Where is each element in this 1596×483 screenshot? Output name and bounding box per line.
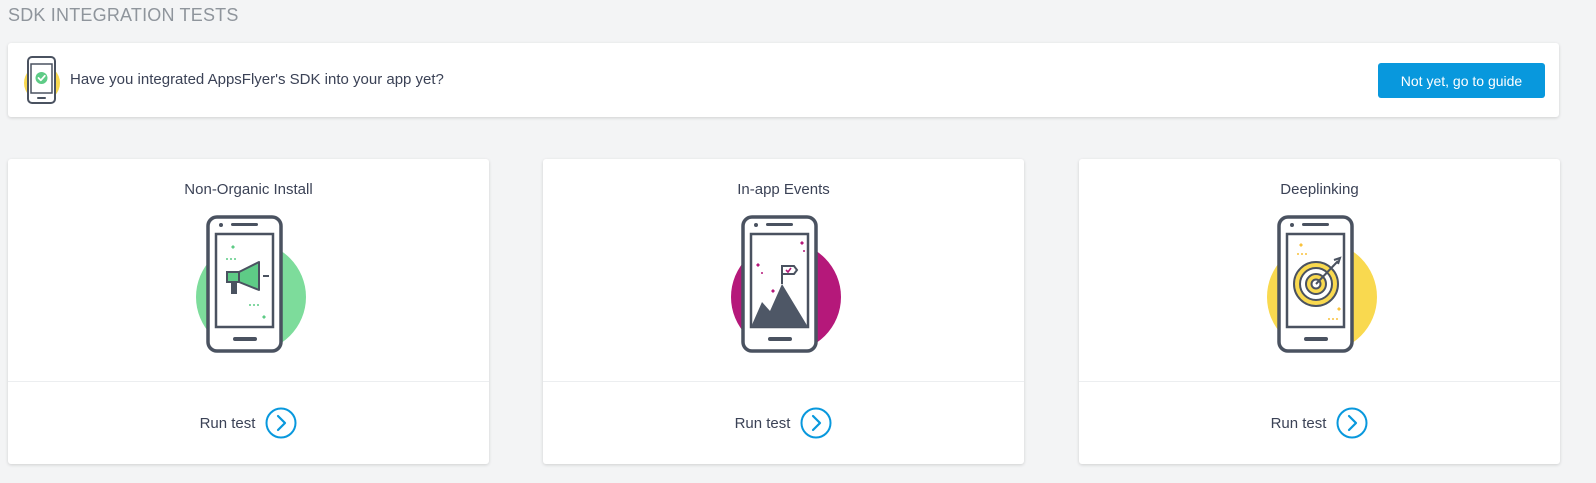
target-phone-icon bbox=[1266, 215, 1377, 353]
phone-check-icon bbox=[24, 56, 60, 104]
page-title: SDK INTEGRATION TESTS bbox=[8, 5, 239, 25]
run-test-button[interactable]: Run test bbox=[1079, 407, 1560, 439]
card-divider bbox=[8, 381, 489, 382]
card-in-app-events: In-app Events Run test bbox=[543, 159, 1024, 464]
run-test-button[interactable]: Run test bbox=[543, 407, 1024, 439]
chevron-right-circle-icon[interactable] bbox=[800, 407, 832, 439]
run-test-label: Run test bbox=[199, 414, 256, 432]
mountain-flag-phone-icon bbox=[730, 215, 841, 353]
run-test-label: Run test bbox=[1270, 414, 1327, 432]
card-title: Non-Organic Install bbox=[184, 181, 313, 198]
sdk-banner: Have you integrated AppsFlyer's SDK into… bbox=[8, 43, 1559, 117]
card-divider bbox=[543, 381, 1024, 382]
card-non-organic-install: Non-Organic Install Run test bbox=[8, 159, 489, 464]
run-test-button[interactable]: Run test bbox=[8, 407, 489, 439]
card-divider bbox=[1079, 381, 1560, 382]
banner-text: Have you integrated AppsFlyer's SDK into… bbox=[70, 71, 444, 88]
run-test-label: Run test bbox=[734, 414, 791, 432]
card-title: In-app Events bbox=[737, 181, 830, 198]
card-title: Deeplinking bbox=[1280, 181, 1359, 198]
card-deeplinking: Deeplinking Run test bbox=[1079, 159, 1560, 464]
chevron-right-circle-icon[interactable] bbox=[265, 407, 297, 439]
chevron-right-circle-icon[interactable] bbox=[1336, 407, 1368, 439]
go-to-guide-button[interactable]: Not yet, go to guide bbox=[1378, 63, 1545, 98]
megaphone-phone-icon bbox=[195, 215, 306, 353]
